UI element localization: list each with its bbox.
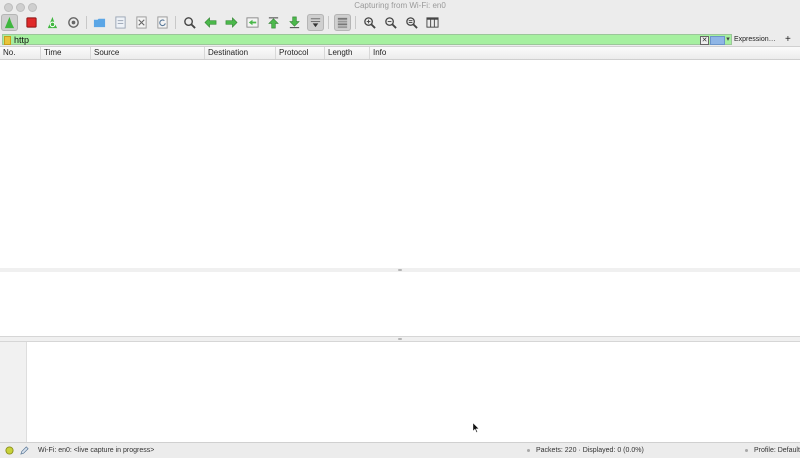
open-file-icon — [93, 18, 106, 28]
status-separator-dot — [527, 449, 530, 452]
find-packet-icon — [184, 17, 196, 29]
main-toolbar — [0, 12, 800, 34]
expert-info-icon[interactable] — [5, 446, 14, 455]
go-to-packet-icon — [246, 17, 259, 28]
zoom-out-button[interactable] — [382, 14, 399, 31]
normal-size-icon — [406, 17, 418, 29]
auto-scroll-button[interactable] — [307, 14, 324, 31]
resize-columns-icon — [426, 17, 439, 28]
close-file-icon — [136, 16, 147, 29]
start-capture-button[interactable] — [1, 14, 18, 31]
zoom-in-button[interactable] — [361, 14, 378, 31]
add-filter-button[interactable]: + — [785, 33, 791, 46]
packet-details-pane[interactable] — [0, 272, 800, 337]
column-header-info[interactable]: Info — [370, 47, 800, 59]
profile-status-text[interactable]: Profile: Default — [754, 443, 800, 458]
packet-count-text: Packets: 220 · Displayed: 0 (0.0%) — [536, 447, 644, 454]
colorize-button[interactable] — [334, 14, 351, 31]
find-packet-button[interactable] — [181, 14, 198, 31]
column-header-source[interactable]: Source — [91, 47, 205, 59]
auto-scroll-icon — [310, 18, 321, 28]
expression-button[interactable]: Expression… — [734, 33, 776, 46]
shark-fin-start-icon — [4, 16, 15, 29]
column-header-length[interactable]: Length — [325, 47, 370, 59]
last-packet-icon — [289, 16, 300, 29]
resize-columns-button[interactable] — [424, 14, 441, 31]
open-file-button[interactable] — [91, 14, 108, 31]
restart-capture-icon — [47, 16, 58, 29]
go-back-icon — [204, 17, 217, 28]
status-bar: Wi-Fi: en0: <live capture in progress> P… — [0, 442, 800, 458]
display-filter-input[interactable]: http ✕ ▾ — [2, 34, 732, 45]
apply-filter-icon[interactable] — [710, 36, 725, 45]
column-header-time[interactable]: Time — [41, 47, 91, 59]
stop-capture-icon — [26, 17, 37, 28]
mouse-cursor-icon — [473, 423, 479, 433]
reload-file-icon — [157, 16, 168, 29]
go-forward-button[interactable] — [223, 14, 240, 31]
first-packet-icon — [268, 17, 279, 29]
capture-options-icon — [68, 17, 79, 28]
display-filter-bar: http ✕ ▾ Expression… + — [0, 33, 800, 47]
reload-file-button[interactable] — [154, 14, 171, 31]
first-packet-button[interactable] — [265, 14, 282, 31]
filter-text[interactable]: http — [14, 35, 29, 45]
zoom-in-icon — [364, 17, 376, 29]
packet-bytes-pane[interactable] — [0, 341, 800, 442]
normal-size-button[interactable] — [403, 14, 420, 31]
splitter-grip-icon — [398, 338, 402, 340]
zoom-out-icon — [385, 17, 397, 29]
capture-options-button[interactable] — [65, 14, 82, 31]
last-packet-button[interactable] — [286, 14, 303, 31]
restart-capture-button[interactable] — [44, 14, 61, 31]
interface-status-text: Wi-Fi: en0: <live capture in progress> — [38, 447, 155, 454]
colorize-icon — [337, 17, 348, 29]
go-to-packet-button[interactable] — [244, 14, 261, 31]
stop-capture-button[interactable] — [23, 14, 40, 31]
filter-history-chevron-down-icon[interactable]: ▾ — [725, 35, 731, 45]
column-header-no[interactable]: No. — [0, 47, 41, 59]
column-header-protocol[interactable]: Protocol — [276, 47, 325, 59]
go-back-button[interactable] — [202, 14, 219, 31]
packet-list-pane[interactable]: No. Time Source Destination Protocol Len… — [0, 47, 800, 269]
status-separator-dot — [745, 449, 748, 452]
bytes-offset-gutter — [0, 342, 27, 442]
column-header-destination[interactable]: Destination — [205, 47, 276, 59]
filter-bookmark-icon[interactable] — [4, 36, 11, 45]
go-forward-icon — [225, 17, 238, 28]
packet-list-header: No. Time Source Destination Protocol Len… — [0, 47, 800, 60]
save-file-button[interactable] — [112, 14, 129, 31]
capture-comment-icon[interactable] — [20, 446, 29, 455]
save-file-icon — [115, 16, 126, 29]
close-file-button[interactable] — [133, 14, 150, 31]
window-title: Capturing from Wi-Fi: en0 — [354, 1, 446, 10]
clear-filter-icon[interactable]: ✕ — [700, 36, 709, 45]
splitter-grip-icon — [398, 269, 402, 271]
title-bar: Capturing from Wi-Fi: en0 — [0, 0, 800, 12]
